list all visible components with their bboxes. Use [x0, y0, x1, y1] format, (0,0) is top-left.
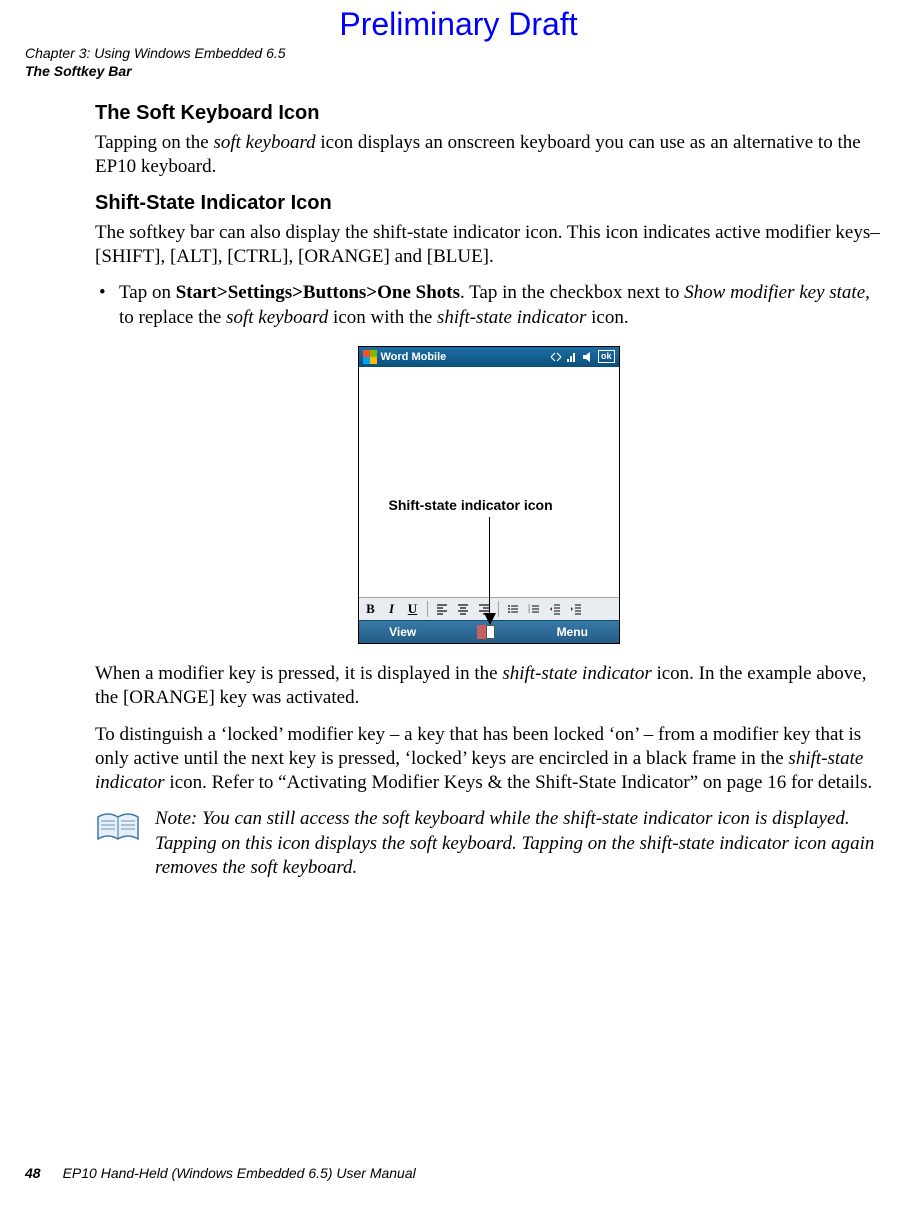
running-header: Chapter 3: Using Windows Embedded 6.5 Th… — [25, 45, 892, 80]
separator — [427, 601, 428, 617]
signal-icon — [566, 351, 578, 363]
manual-title: EP10 Hand-Held (Windows Embedded 6.5) Us… — [63, 1165, 416, 1181]
option-name: Show modifier key state, — [684, 282, 870, 303]
para-shift-state-intro: The softkey bar can also display the shi… — [95, 221, 882, 270]
document-area: Shift-state indicator icon — [359, 367, 619, 597]
bullet-list-icon — [504, 600, 522, 618]
note-prefix: Note: — [155, 808, 202, 829]
align-left-icon — [433, 600, 451, 618]
text: icon. Refer to “Activating Modifier Keys… — [165, 772, 873, 793]
term-shift-state-indicator: shift-state indicator — [437, 307, 586, 328]
text: To distinguish a ‘locked’ modifier key –… — [95, 724, 861, 769]
para-soft-keyboard: Tapping on the soft keyboard icon displa… — [95, 131, 882, 180]
instruction-item: Tap on Start>Settings>Buttons>One Shots.… — [119, 281, 882, 330]
para-modifier-example: When a modifier key is pressed, it is di… — [95, 662, 882, 711]
para-locked-modifier: To distinguish a ‘locked’ modifier key –… — [95, 723, 882, 796]
start-icon — [363, 350, 377, 364]
text: When a modifier key is pressed, it is di… — [95, 663, 502, 684]
text: Tap on — [119, 282, 176, 303]
heading-shift-state-indicator: Shift-State Indicator Icon — [95, 192, 882, 215]
instruction-list: Tap on Start>Settings>Buttons>One Shots.… — [95, 281, 882, 330]
term-soft-keyboard: soft keyboard — [213, 132, 315, 153]
softkey-view: View — [389, 625, 416, 639]
term-shift-state-indicator: shift-state indicator — [502, 663, 651, 684]
note-body: You can still access the soft keyboard w… — [155, 808, 874, 878]
softkey-menu: Menu — [557, 625, 588, 639]
underline-icon: U — [404, 600, 422, 618]
watermark-preliminary-draft: Preliminary Draft — [25, 6, 892, 43]
align-center-icon — [454, 600, 472, 618]
section-line: The Softkey Bar — [25, 63, 892, 81]
text: to replace the — [119, 307, 226, 328]
callout-leader-line — [489, 517, 490, 617]
numbered-list-icon: 123 — [525, 600, 543, 618]
book-icon — [95, 811, 141, 845]
running-footer: 48 EP10 Hand-Held (Windows Embedded 6.5) … — [25, 1165, 416, 1181]
sync-icon — [550, 351, 562, 363]
page-number: 48 — [25, 1165, 41, 1181]
note-block: Note: You can still access the soft keyb… — [95, 807, 882, 880]
term-soft-keyboard: soft keyboard — [226, 307, 328, 328]
text: Tapping on the — [95, 132, 213, 153]
nav-path: Start>Settings>Buttons>One Shots — [176, 282, 460, 303]
svg-text:3: 3 — [528, 609, 530, 614]
content-area: The Soft Keyboard Icon Tapping on the so… — [95, 102, 882, 880]
text: . Tap in the checkbox next to — [460, 282, 684, 303]
note-text: Note: You can still access the soft keyb… — [155, 807, 882, 880]
speaker-icon — [582, 351, 594, 363]
page: Preliminary Draft Chapter 3: Using Windo… — [0, 0, 917, 1209]
titlebar: Word Mobile ok — [359, 347, 619, 367]
figure-word-mobile-screenshot: Word Mobile ok Shift-state indicator ico… — [358, 346, 620, 644]
indent-icon — [567, 600, 585, 618]
chapter-line: Chapter 3: Using Windows Embedded 6.5 — [25, 45, 892, 63]
ok-button: ok — [598, 350, 615, 363]
italic-icon: I — [383, 600, 401, 618]
app-title: Word Mobile — [381, 351, 447, 363]
bold-icon: B — [362, 600, 380, 618]
callout-label: Shift-state indicator icon — [389, 497, 553, 513]
text: icon. — [586, 307, 628, 328]
text: icon with the — [328, 307, 437, 328]
shift-state-indicator-icon — [477, 625, 495, 639]
callout-arrow-icon — [484, 613, 496, 625]
separator — [498, 601, 499, 617]
outdent-icon — [546, 600, 564, 618]
heading-soft-keyboard-icon: The Soft Keyboard Icon — [95, 102, 882, 125]
